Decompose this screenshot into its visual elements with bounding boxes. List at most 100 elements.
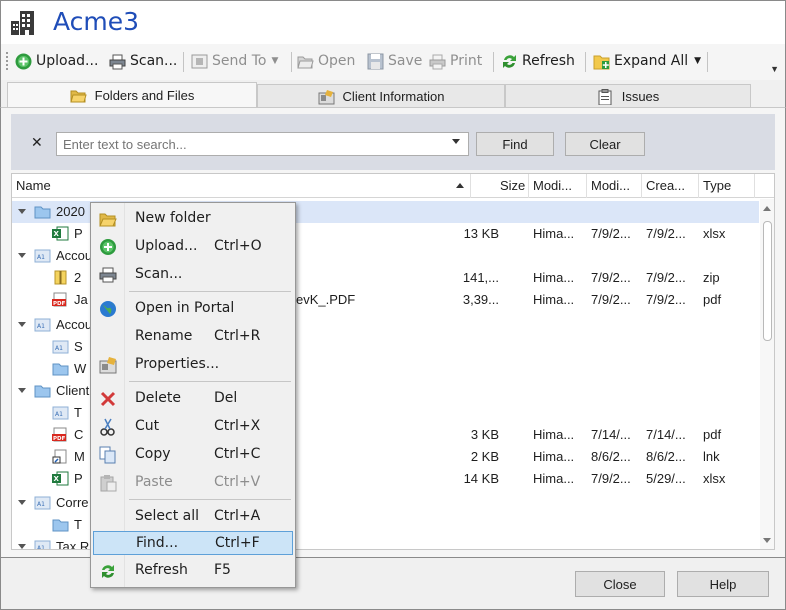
row-created: 7/9/2... — [646, 226, 686, 241]
menu-item-properties[interactable]: Properties... — [93, 353, 293, 377]
row-type: xlsx — [703, 471, 726, 486]
row-name: T — [74, 405, 82, 420]
scroll-up-icon[interactable] — [763, 206, 771, 211]
column-header-size[interactable]: Size — [500, 178, 525, 193]
row-name: S — [74, 339, 83, 354]
menu-item-copy[interactable]: Copy Ctrl+C — [93, 443, 293, 467]
row-created: 8/6/2... — [646, 449, 686, 464]
row-name: 2020 — [56, 204, 85, 219]
menu-item-open-in-portal[interactable]: Open in Portal — [93, 297, 293, 321]
expand-all-icon — [593, 55, 610, 69]
chevron-down-icon: ▼ — [694, 56, 702, 66]
close-button[interactable]: Close — [575, 571, 665, 597]
row-type: zip — [703, 270, 720, 285]
menu-item-cut[interactable]: Cut Ctrl+X — [93, 415, 293, 439]
column-header-created[interactable]: Crea... — [646, 178, 685, 193]
row-modified-by: Hima... — [533, 270, 575, 285]
folder-icon — [34, 385, 51, 398]
menu-item-rename[interactable]: Rename Ctrl+R — [93, 325, 293, 349]
row-modified: 8/6/2... — [591, 449, 631, 464]
send-to-label: Send To — [212, 53, 267, 69]
chevron-down-icon[interactable] — [18, 544, 26, 549]
client-info-icon — [318, 89, 335, 104]
refresh-icon — [503, 54, 516, 68]
column-header-modified-by[interactable]: Modi... — [533, 178, 572, 193]
row-modified: 7/9/2... — [591, 471, 631, 486]
row-name: Client — [56, 383, 90, 398]
toolbar-grip[interactable] — [6, 52, 8, 70]
send-to-icon — [191, 54, 208, 68]
chevron-down-icon[interactable] — [18, 322, 26, 327]
folder-icon — [34, 206, 51, 219]
print-button[interactable]: Print — [429, 50, 482, 72]
row-size: 14 KB — [463, 471, 499, 486]
open-label: Open — [318, 53, 356, 69]
column-header-modified[interactable]: Modi... — [591, 178, 630, 193]
scanner-icon — [99, 267, 117, 283]
pdf-icon: PDF — [52, 292, 67, 307]
row-modified-by: Hima... — [533, 226, 575, 241]
row-size: 3 KB — [470, 427, 499, 442]
row-name: W — [74, 361, 87, 376]
chevron-down-icon[interactable] — [18, 388, 26, 393]
row-name-trailing: evK_.PDF — [296, 292, 356, 307]
menu-item-shortcut: Ctrl+F — [215, 535, 260, 551]
column-header-type[interactable]: Type — [703, 178, 731, 193]
row-modified: 7/9/2... — [591, 226, 631, 241]
find-button[interactable]: Find — [476, 132, 554, 156]
row-name: P — [74, 471, 83, 486]
vertical-scrollbar[interactable] — [760, 199, 774, 549]
app-title: Acme3 — [53, 7, 140, 36]
tab-issues[interactable]: Issues — [505, 84, 751, 108]
menu-item-label: Find... — [136, 535, 179, 551]
menu-item-label: Upload... — [135, 238, 198, 254]
scan-button[interactable]: Scan... — [109, 50, 177, 72]
menu-item-paste[interactable]: Paste Ctrl+V — [93, 471, 293, 495]
chevron-down-icon[interactable] — [452, 139, 460, 144]
chevron-down-icon[interactable] — [18, 253, 26, 258]
tab-folders-and-files[interactable]: Folders and Files — [7, 82, 257, 108]
menu-item-refresh[interactable]: Refresh F5 — [93, 559, 293, 583]
column-header-name[interactable]: Name — [16, 178, 51, 193]
upload-button[interactable]: Upload... — [15, 50, 98, 72]
x-icon[interactable]: ✕ — [31, 134, 43, 151]
row-modified-by: Hima... — [533, 427, 575, 442]
menu-item-select-all[interactable]: Select all Ctrl+A — [93, 505, 293, 529]
menu-item-find[interactable]: Find... Ctrl+F — [93, 531, 293, 555]
chevron-down-icon: ▼ — [271, 56, 279, 66]
help-button[interactable]: Help — [677, 571, 769, 597]
tab-client-information[interactable]: Client Information — [257, 84, 505, 108]
search-input[interactable] — [56, 132, 469, 156]
clipboard-icon — [598, 88, 612, 105]
expand-all-button[interactable]: Expand All ▼ — [593, 50, 701, 72]
refresh-button[interactable]: Refresh — [501, 50, 575, 72]
svg-text:A1: A1 — [55, 411, 63, 418]
clear-button[interactable]: Clear — [565, 132, 645, 156]
chevron-down-icon[interactable] — [18, 500, 26, 505]
sort-ascending-icon — [456, 183, 464, 188]
row-name: M — [74, 449, 85, 464]
menu-item-label: Properties... — [135, 356, 220, 372]
chevron-down-icon[interactable] — [18, 209, 26, 214]
row-created: 7/14/... — [646, 427, 686, 442]
menu-item-shortcut: Ctrl+O — [214, 238, 262, 254]
sorted-folder-icon: A1 — [52, 340, 69, 354]
menu-item-delete[interactable]: Delete Del — [93, 387, 293, 411]
refresh-icon — [102, 565, 114, 578]
menu-item-new-folder[interactable]: New folder — [93, 207, 293, 231]
open-button[interactable]: Open — [297, 50, 355, 72]
row-name: C — [74, 427, 84, 442]
delete-icon — [100, 391, 116, 407]
menu-item-upload[interactable]: Upload... Ctrl+O — [93, 235, 293, 259]
send-to-button[interactable]: Send To ▼ — [191, 50, 278, 72]
menu-item-scan[interactable]: Scan... — [93, 263, 293, 287]
svg-text:PDF: PDF — [53, 436, 66, 442]
shortcut-icon — [52, 449, 67, 464]
menu-item-label: Rename — [135, 328, 193, 344]
toolbar-overflow-icon[interactable]: ▼ — [770, 64, 779, 74]
tab-label: Client Information — [342, 89, 445, 104]
toolbar: Upload... Scan... Send To ▼ Open Save Pr… — [0, 44, 786, 80]
scrollbar-thumb[interactable] — [763, 221, 772, 341]
scroll-down-icon[interactable] — [763, 538, 771, 543]
save-button[interactable]: Save — [367, 50, 422, 72]
